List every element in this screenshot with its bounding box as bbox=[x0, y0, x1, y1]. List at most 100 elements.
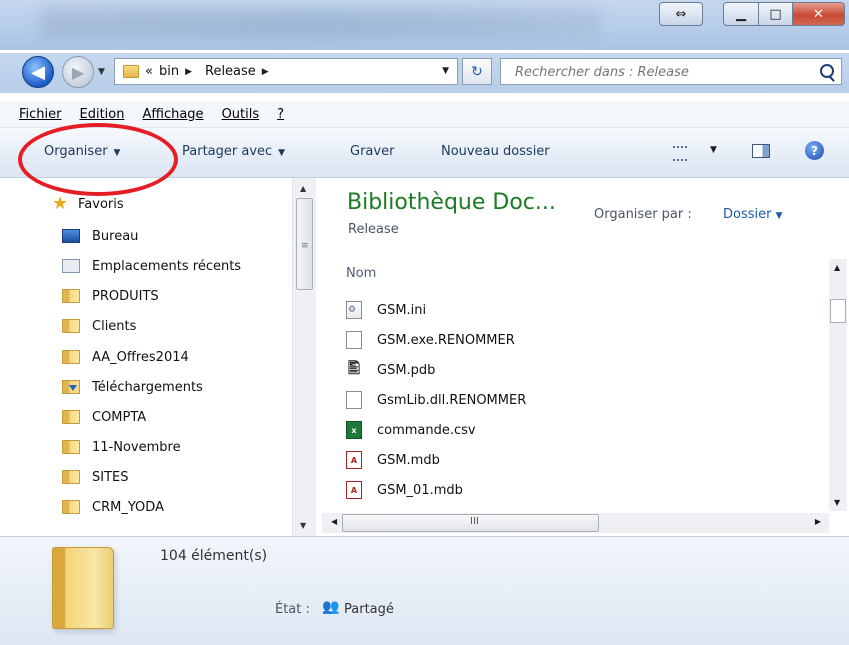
search-icon[interactable] bbox=[820, 64, 834, 78]
access-database-icon: A bbox=[346, 451, 362, 469]
scroll-left-icon[interactable]: ◀ bbox=[331, 517, 337, 526]
excel-csv-icon: x bbox=[346, 421, 362, 439]
nav-item-label: COMPTA bbox=[92, 409, 147, 425]
nav-item-aa-offres2014[interactable]: AA_Offres2014 bbox=[62, 342, 189, 372]
scrollbar-thumb[interactable] bbox=[830, 299, 846, 323]
preview-pane-icon[interactable] bbox=[752, 144, 770, 158]
chevron-right-icon[interactable]: ▶ bbox=[262, 67, 269, 77]
nav-item-produits[interactable]: PRODUITS bbox=[62, 281, 159, 311]
file-name: GsmLib.dll.RENOMMER bbox=[377, 392, 527, 408]
scroll-up-icon[interactable]: ▲ bbox=[834, 263, 840, 272]
search-input[interactable] bbox=[513, 64, 807, 81]
chevron-down-icon: ▼ bbox=[775, 211, 783, 221]
folder-icon bbox=[62, 500, 80, 514]
arrange-by-dropdown[interactable]: Dossier ▼ bbox=[723, 207, 783, 222]
scrollbar-thumb[interactable]: ≡ bbox=[296, 198, 313, 290]
address-bar[interactable]: « bin ▶ Release ▶ ▼ bbox=[114, 58, 458, 85]
breadcrumb-bin[interactable]: bin ▶ bbox=[159, 64, 199, 79]
recent-pages-dropdown[interactable]: ▼ bbox=[98, 67, 105, 77]
breadcrumb-release[interactable]: Release ▶ bbox=[205, 64, 276, 79]
close-button[interactable]: ✕ bbox=[793, 2, 845, 26]
maximize-button[interactable]: □ bbox=[759, 2, 793, 26]
forward-arrow-icon: ▶ bbox=[71, 62, 85, 82]
folder-icon bbox=[62, 289, 80, 303]
help-icon[interactable]: ? bbox=[805, 141, 824, 160]
forward-button[interactable]: ▶ bbox=[62, 56, 94, 88]
file-row[interactable]: A GSM_01.mdb bbox=[346, 475, 463, 505]
navigation-scrollbar[interactable]: ▲ ≡ ▼ bbox=[292, 178, 316, 536]
view-options-dropdown[interactable]: ▼ bbox=[710, 145, 717, 155]
scroll-up-icon[interactable]: ▲ bbox=[300, 184, 306, 193]
view-options-icon[interactable] bbox=[673, 146, 687, 161]
scroll-right-icon[interactable]: ▶ bbox=[815, 517, 821, 526]
organize-button[interactable]: Organiser ▼ bbox=[44, 144, 120, 159]
file-name: GSM.exe.RENOMMER bbox=[377, 332, 515, 348]
file-name: GSM.mdb bbox=[377, 452, 440, 468]
minimize-button[interactable]: ▁ bbox=[723, 2, 759, 26]
file-name: GSM_01.mdb bbox=[377, 482, 463, 498]
file-row[interactable]: GSM.ini bbox=[346, 295, 426, 325]
refresh-button[interactable]: ↻ bbox=[462, 58, 492, 85]
resize-arrows-icon: ⇔ bbox=[675, 6, 687, 22]
file-list-vertical-scrollbar[interactable]: ▲ ▼ bbox=[829, 259, 847, 511]
desktop-icon bbox=[62, 229, 80, 243]
menu-tools[interactable]: Outils bbox=[222, 107, 260, 122]
nav-item-compta[interactable]: COMPTA bbox=[62, 402, 146, 432]
menu-edit[interactable]: Edition bbox=[80, 107, 125, 122]
file-name: commande.csv bbox=[377, 422, 476, 438]
grip-icon: ≡ bbox=[301, 241, 309, 251]
snap-button[interactable]: ⇔ bbox=[659, 2, 703, 26]
grip-icon: III bbox=[470, 516, 479, 527]
nav-item-clients[interactable]: Clients bbox=[62, 311, 136, 341]
back-arrow-icon: ◀ bbox=[31, 61, 45, 83]
nav-item-label: Téléchargements bbox=[92, 379, 203, 395]
share-with-label: Partager avec bbox=[182, 144, 273, 159]
file-row[interactable]: x commande.csv bbox=[346, 415, 476, 445]
nav-item-crm-yoda[interactable]: CRM_YODA bbox=[62, 492, 164, 522]
nav-item-downloads[interactable]: Téléchargements bbox=[62, 372, 203, 402]
state-value: Partagé bbox=[344, 602, 394, 617]
burn-button[interactable]: Graver bbox=[350, 144, 394, 159]
menu-edit-label: Edition bbox=[79, 106, 125, 122]
nav-item-11-novembre[interactable]: 11-Novembre bbox=[62, 432, 181, 462]
minimize-icon: ▁ bbox=[736, 6, 746, 22]
file-row[interactable]: 🖺 GSM.pdb bbox=[346, 355, 435, 385]
back-button[interactable]: ◀ bbox=[22, 56, 54, 88]
nav-item-recent-places[interactable]: Emplacements récents bbox=[62, 251, 241, 281]
column-header-name[interactable]: Nom bbox=[346, 266, 376, 281]
nav-favorites[interactable]: Favoris bbox=[78, 197, 124, 212]
state-label: État : bbox=[275, 602, 310, 617]
nav-item-label: CRM_YODA bbox=[92, 499, 164, 515]
folder-icon bbox=[62, 470, 80, 484]
menu-view[interactable]: Affichage bbox=[142, 107, 203, 122]
nav-item-label: Clients bbox=[92, 318, 137, 334]
blank-file-icon bbox=[346, 331, 362, 349]
blank-file-icon bbox=[346, 391, 362, 409]
file-row[interactable]: GSM.exe.RENOMMER bbox=[346, 325, 515, 355]
nav-item-sites[interactable]: SITES bbox=[62, 462, 129, 492]
recent-places-icon bbox=[62, 259, 80, 273]
scroll-down-icon[interactable]: ▼ bbox=[834, 498, 840, 507]
new-folder-button[interactable]: Nouveau dossier bbox=[441, 144, 550, 159]
nav-item-bureau[interactable]: Bureau bbox=[62, 221, 138, 251]
chevron-right-icon[interactable]: ▶ bbox=[185, 67, 192, 77]
folder-icon bbox=[62, 350, 80, 364]
address-history-dropdown[interactable]: ▼ bbox=[442, 66, 449, 76]
command-bar: Organiser ▼ Partager avec ▼ Graver Nouveau… bbox=[0, 128, 849, 178]
scroll-down-icon[interactable]: ▼ bbox=[300, 521, 306, 530]
file-row[interactable]: A GSM.mdb bbox=[346, 445, 440, 475]
scrollbar-thumb[interactable]: III bbox=[342, 514, 599, 532]
file-name: GSM.ini bbox=[377, 302, 427, 318]
breadcrumb-overflow[interactable]: « bbox=[145, 64, 153, 79]
large-folder-icon bbox=[52, 547, 114, 629]
nav-item-label: 11-Novembre bbox=[92, 439, 181, 455]
share-with-button[interactable]: Partager avec ▼ bbox=[182, 144, 285, 159]
star-icon: ★ bbox=[52, 193, 69, 214]
refresh-icon: ↻ bbox=[471, 63, 483, 80]
search-box[interactable] bbox=[500, 58, 842, 85]
file-row[interactable]: GsmLib.dll.RENOMMER bbox=[346, 385, 526, 415]
nav-item-label: Emplacements récents bbox=[92, 258, 242, 274]
menu-help[interactable]: ? bbox=[277, 107, 284, 122]
file-list-horizontal-scrollbar[interactable]: ◀ III ▶ bbox=[322, 513, 829, 533]
menu-file[interactable]: Fichier bbox=[19, 107, 62, 122]
